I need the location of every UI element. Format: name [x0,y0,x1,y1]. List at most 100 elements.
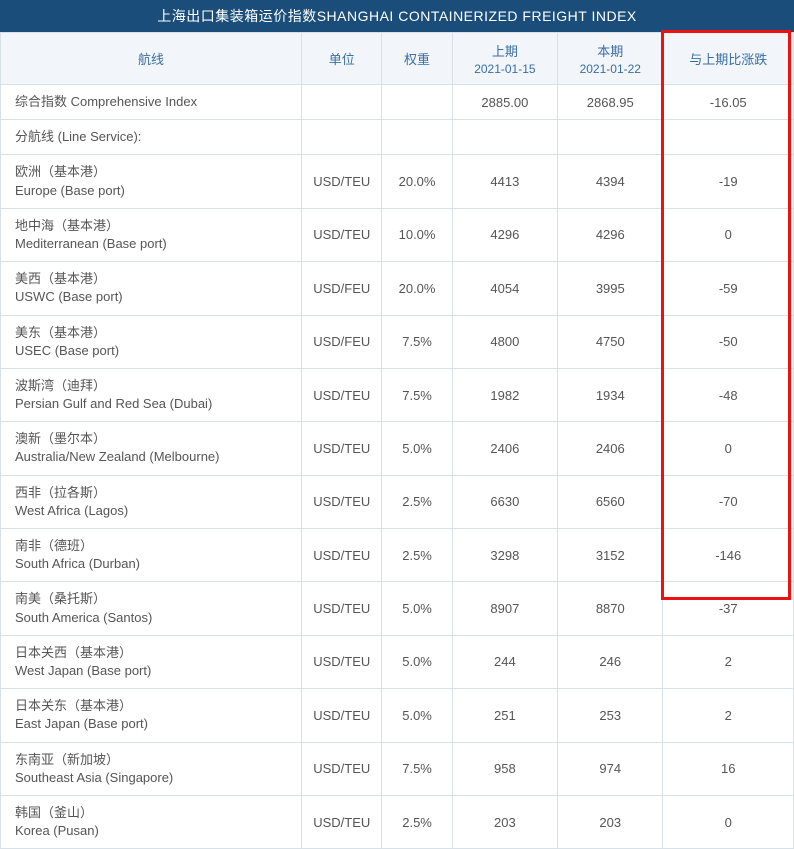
unit-cell: USD/FEU [302,315,382,368]
curr-cell: 3995 [558,262,663,315]
table-row: 综合指数 Comprehensive Index2885.002868.95-1… [1,85,794,120]
route-cell: 韩国（釜山）Korea (Pusan) [1,795,302,848]
table-row: 西非（拉各斯）West Africa (Lagos)USD/TEU2.5%663… [1,475,794,528]
route-cell: 澳新（墨尔本）Australia/New Zealand (Melbourne) [1,422,302,475]
route-cn: 南非（德班） [15,537,295,555]
prev-cell: 4800 [452,315,557,368]
change-cell: -16.05 [663,85,794,120]
route-cn: 波斯湾（迪拜） [15,377,295,395]
unit-cell: USD/TEU [302,689,382,742]
table-row: 美西（基本港）USWC (Base port)USD/FEU20.0%40543… [1,262,794,315]
prev-cell: 958 [452,742,557,795]
table-row: 东南亚（新加坡）Southeast Asia (Singapore)USD/TE… [1,742,794,795]
change-cell [663,120,794,155]
route-cn: 美西（基本港） [15,270,295,288]
change-cell: 0 [663,795,794,848]
weight-cell: 5.0% [382,582,452,635]
route-en: USEC (Base port) [15,342,295,360]
weight-cell: 20.0% [382,262,452,315]
curr-cell: 253 [558,689,663,742]
curr-cell [558,120,663,155]
table-row: 欧洲（基本港）Europe (Base port)USD/TEU20.0%441… [1,155,794,208]
weight-cell: 2.5% [382,795,452,848]
curr-cell: 8870 [558,582,663,635]
change-cell: -59 [663,262,794,315]
route-cn: 日本关东（基本港） [15,697,295,715]
header-unit: 单位 [302,33,382,85]
route-cell: 欧洲（基本港）Europe (Base port) [1,155,302,208]
route-en: Korea (Pusan) [15,822,295,840]
change-cell: -70 [663,475,794,528]
route-cell: 东南亚（新加坡）Southeast Asia (Singapore) [1,742,302,795]
curr-cell: 203 [558,795,663,848]
curr-cell: 974 [558,742,663,795]
curr-cell: 6560 [558,475,663,528]
route-en: West Japan (Base port) [15,662,295,680]
route-cn: 欧洲（基本港） [15,163,295,181]
freight-index-table: 上海出口集装箱运价指数SHANGHAI CONTAINERIZED FREIGH… [0,0,794,849]
route-cell: 分航线 (Line Service): [1,120,302,155]
header-curr: 本期 2021-01-22 [558,33,663,85]
weight-cell: 7.5% [382,315,452,368]
route-cell: 波斯湾（迪拜）Persian Gulf and Red Sea (Dubai) [1,368,302,421]
unit-cell: USD/TEU [302,742,382,795]
route-en: Persian Gulf and Red Sea (Dubai) [15,395,295,413]
weight-cell: 5.0% [382,635,452,688]
prev-cell: 8907 [452,582,557,635]
table-row: 日本关西（基本港）West Japan (Base port)USD/TEU5.… [1,635,794,688]
weight-cell [382,85,452,120]
table-row: 地中海（基本港）Mediterranean (Base port)USD/TEU… [1,208,794,261]
header-curr-date: 2021-01-22 [564,62,656,76]
route-cn: 南美（桑托斯） [15,590,295,608]
table-title: 上海出口集装箱运价指数SHANGHAI CONTAINERIZED FREIGH… [0,0,794,32]
curr-cell: 246 [558,635,663,688]
table-body: 综合指数 Comprehensive Index2885.002868.95-1… [1,85,794,849]
route-cell: 综合指数 Comprehensive Index [1,85,302,120]
weight-cell: 7.5% [382,368,452,421]
table-row: 分航线 (Line Service): [1,120,794,155]
unit-cell: USD/TEU [302,582,382,635]
route-en: West Africa (Lagos) [15,502,295,520]
table-row: 澳新（墨尔本）Australia/New Zealand (Melbourne)… [1,422,794,475]
change-cell: -19 [663,155,794,208]
header-row: 航线 单位 权重 上期 2021-01-15 本期 2021-01-22 与上期… [1,33,794,85]
prev-cell: 2885.00 [452,85,557,120]
route-cn: 东南亚（新加坡） [15,751,295,769]
route-cell: 美西（基本港）USWC (Base port) [1,262,302,315]
route-cell: 南非（德班）South Africa (Durban) [1,529,302,582]
route-en: Mediterranean (Base port) [15,235,295,253]
change-cell: -37 [663,582,794,635]
weight-cell: 2.5% [382,529,452,582]
unit-cell: USD/FEU [302,262,382,315]
header-prev-date: 2021-01-15 [459,62,551,76]
prev-cell: 203 [452,795,557,848]
route-cn: 分航线 (Line Service): [15,128,295,146]
route-cn: 美东（基本港） [15,324,295,342]
route-en: South Africa (Durban) [15,555,295,573]
unit-cell: USD/TEU [302,422,382,475]
prev-cell: 3298 [452,529,557,582]
change-cell: -146 [663,529,794,582]
route-cn: 日本关西（基本港） [15,644,295,662]
curr-cell: 4296 [558,208,663,261]
weight-cell: 2.5% [382,475,452,528]
table-row: 南非（德班）South Africa (Durban)USD/TEU2.5%32… [1,529,794,582]
route-en: South America (Santos) [15,609,295,627]
unit-cell: USD/TEU [302,208,382,261]
change-cell: -50 [663,315,794,368]
route-cn: 西非（拉各斯） [15,484,295,502]
prev-cell: 4296 [452,208,557,261]
route-cell: 日本关东（基本港）East Japan (Base port) [1,689,302,742]
route-cell: 日本关西（基本港）West Japan (Base port) [1,635,302,688]
table-row: 南美（桑托斯）South America (Santos)USD/TEU5.0%… [1,582,794,635]
curr-cell: 1934 [558,368,663,421]
header-route: 航线 [1,33,302,85]
header-weight: 权重 [382,33,452,85]
unit-cell [302,85,382,120]
prev-cell: 1982 [452,368,557,421]
route-cell: 南美（桑托斯）South America (Santos) [1,582,302,635]
weight-cell: 7.5% [382,742,452,795]
table-row: 波斯湾（迪拜）Persian Gulf and Red Sea (Dubai)U… [1,368,794,421]
route-cell: 西非（拉各斯）West Africa (Lagos) [1,475,302,528]
unit-cell: USD/TEU [302,529,382,582]
